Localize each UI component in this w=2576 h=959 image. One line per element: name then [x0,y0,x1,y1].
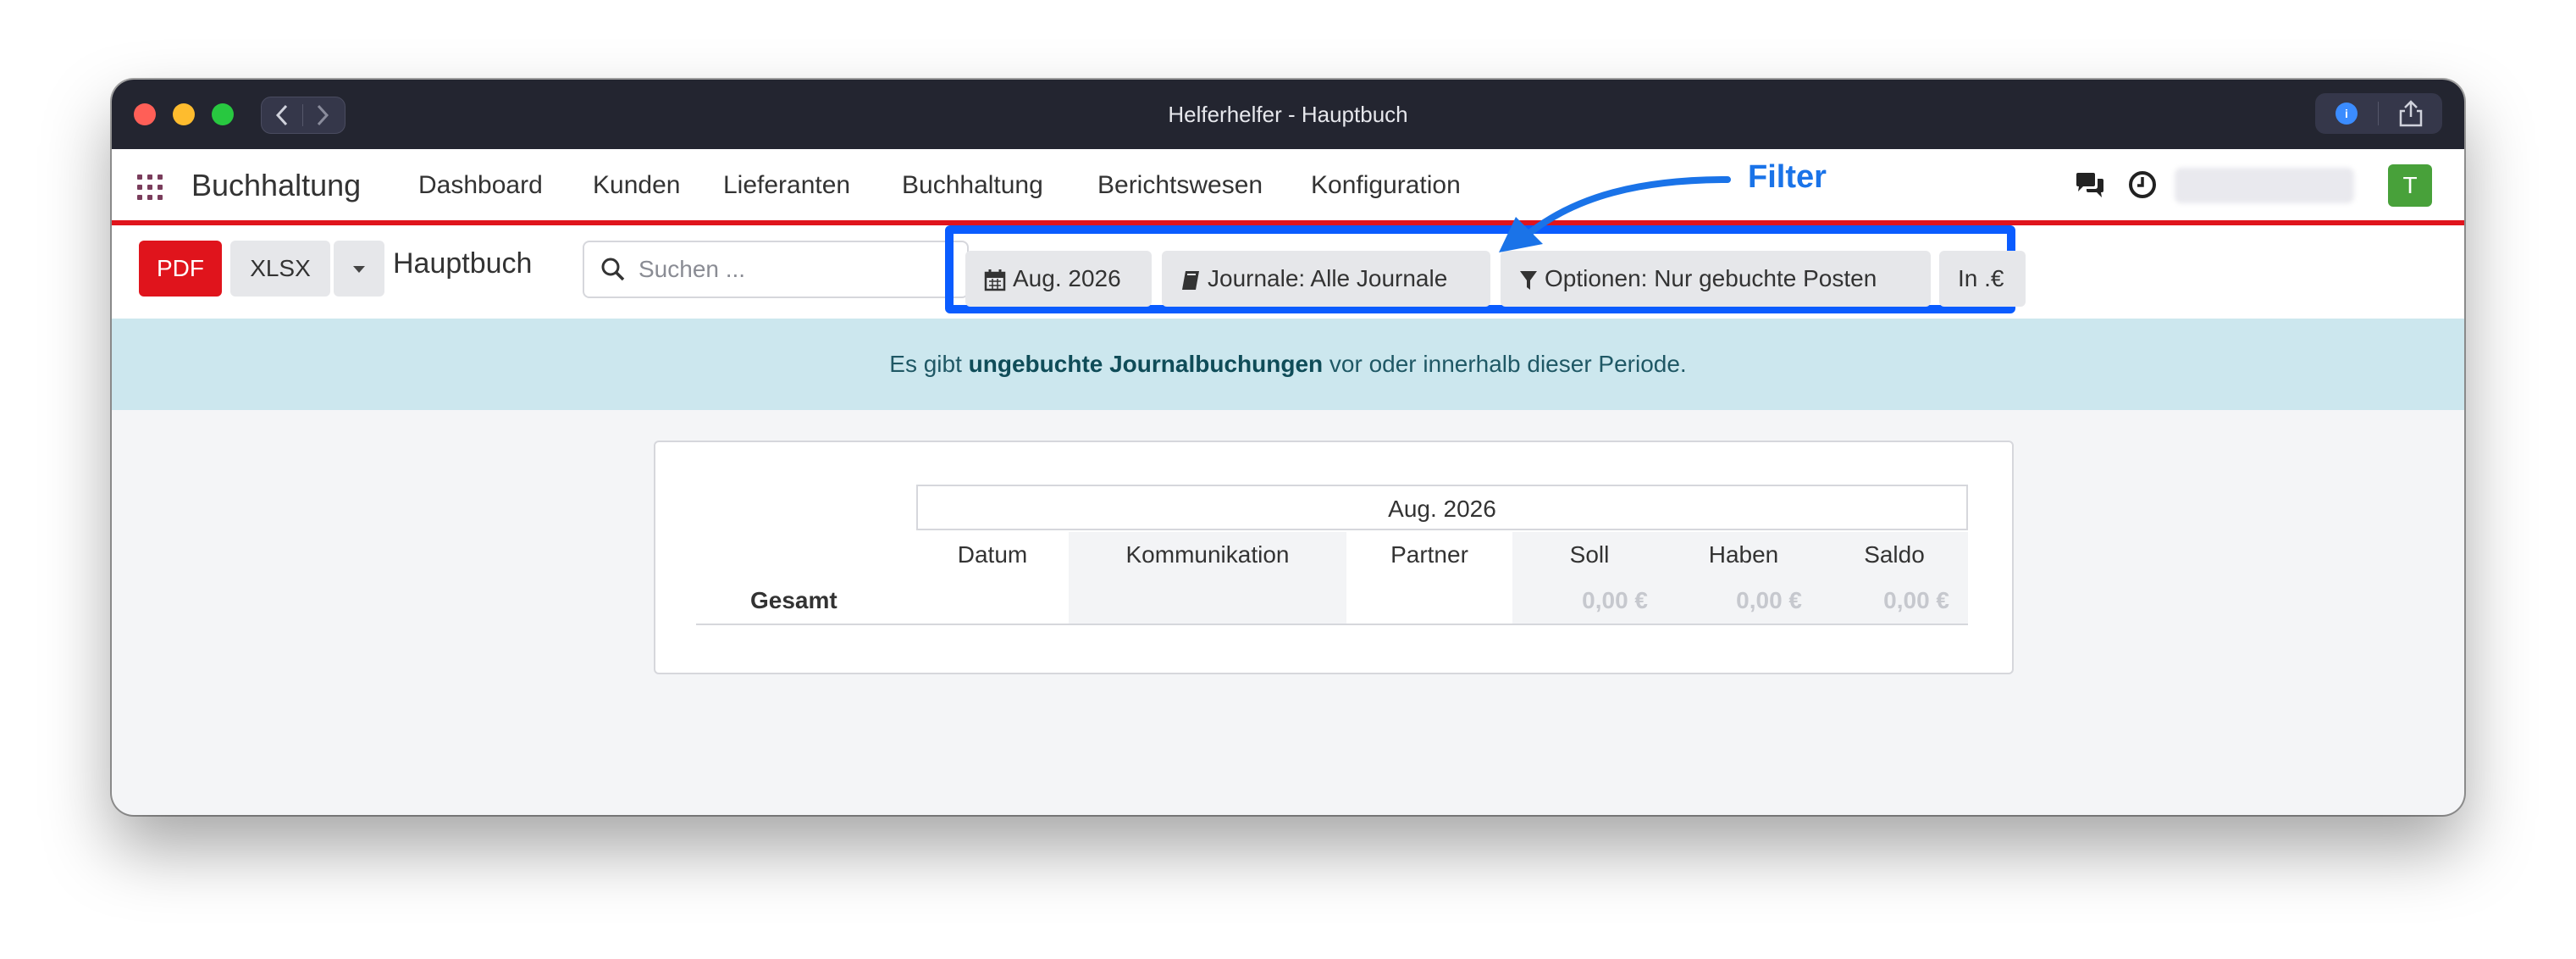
total-haben: 0,00 € [1736,587,1802,613]
column-header-haben: Haben [1708,541,1779,568]
filter-period-label: Aug. 2026 [1013,265,1121,291]
column-haben: Haben 0,00 € [1667,532,1821,624]
menu-lieferanten[interactable]: Lieferanten [723,171,850,200]
column-header-saldo: Saldo [1864,541,1925,568]
column-header-datum: Datum [957,541,1028,568]
book-icon [1182,270,1199,290]
titlebar-tools: i [2315,93,2442,134]
column-datum: Datum [916,532,1069,624]
control-panel: PDF XLSX Hauptbuch Aug. 2026 [112,225,2464,319]
alert-suffix: vor oder innerhalb dieser Periode. [1323,351,1687,377]
column-soll: Soll 0,00 € [1512,532,1667,624]
apps-grid-icon[interactable] [137,175,163,200]
calendar-icon [984,269,1006,291]
filter-options-label: Optionen: Nur gebuchte Posten [1545,265,1877,291]
unposted-entries-link[interactable]: ungebuchte Journalbuchungen [969,351,1323,377]
column-header-soll: Soll [1569,541,1610,568]
clock-icon[interactable] [2127,169,2158,200]
user-avatar[interactable]: T [2388,164,2432,207]
column-kommunikation: Kommunikation [1069,532,1346,624]
app-window: Helferhelfer - Hauptbuch i Buchhaltung D… [112,80,2464,815]
filter-currency-button[interactable]: In .€ [1939,251,2026,307]
user-name-blurred[interactable] [2175,168,2354,203]
menu-berichtswesen[interactable]: Berichtswesen [1097,171,1263,200]
period-header: Aug. 2026 [916,485,1968,530]
total-row-label: Gesamt [750,587,837,613]
breadcrumb: Hauptbuch [393,247,533,280]
filter-journals-label: Journale: Alle Journale [1208,265,1448,291]
pdf-button[interactable]: PDF [139,241,222,297]
search-icon [601,258,625,281]
column-saldo: Saldo 0,00 € [1821,532,1968,624]
app-brand[interactable]: Buchhaltung [191,168,361,203]
alert-prefix: Es gibt [889,351,969,377]
total-soll: 0,00 € [1582,587,1648,613]
column-header-kommunikation: Kommunikation [1125,541,1290,568]
export-dropdown-button[interactable] [334,241,384,297]
share-icon[interactable] [2396,100,2425,127]
total-row-divider [696,624,1968,625]
filter-period-button[interactable]: Aug. 2026 [965,251,1152,307]
title-bar: Helferhelfer - Hauptbuch i [112,80,2464,149]
search-box[interactable] [583,241,969,298]
xlsx-button[interactable]: XLSX [230,241,330,297]
annotation-filter-label: Filter [1748,159,1827,195]
general-ledger-report: Aug. 2026 Datum Kommunikation Partner So… [654,441,2014,674]
menu-konfiguration[interactable]: Konfiguration [1311,171,1461,200]
top-navigation: Buchhaltung Dashboard Kunden Lieferanten… [112,149,2464,225]
column-partner: Partner [1346,532,1512,624]
column-header-partner: Partner [1390,541,1468,568]
window-title: Helferhelfer - Hauptbuch [1168,102,1408,127]
caret-down-icon [353,266,365,273]
filter-journals-button[interactable]: Journale: Alle Journale [1162,251,1490,307]
password-manager-icon[interactable]: i [2336,103,2358,125]
filter-currency-label: In .€ [1958,265,2004,291]
menu-kunden[interactable]: Kunden [593,171,680,200]
search-input[interactable] [637,249,962,290]
menu-buchhaltung[interactable]: Buchhaltung [902,171,1043,200]
unposted-entries-alert: Es gibt ungebuchte Journalbuchungen vor … [112,319,2464,410]
total-saldo: 0,00 € [1883,587,1949,613]
filter-icon [1520,270,1537,290]
annotation-arrow-icon [1499,176,1731,252]
tools-divider [2378,102,2379,125]
menu-dashboard[interactable]: Dashboard [418,171,543,200]
chat-icon[interactable] [2073,171,2107,200]
